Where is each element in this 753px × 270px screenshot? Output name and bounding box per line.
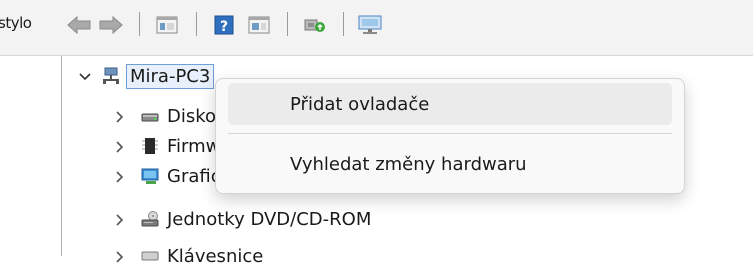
disk-drive-icon <box>141 107 159 125</box>
tree-left-border <box>61 56 62 256</box>
tree-item-dvd-drives[interactable]: Jednotky DVD/CD-ROM <box>113 205 371 233</box>
context-menu: Přidat ovladače Vyhledat změny hardwaru <box>215 78 685 194</box>
svg-text:?: ? <box>220 19 228 35</box>
menu-stub[interactable]: stylo <box>0 14 32 32</box>
menu-item-label: Přidat ovladače <box>290 93 430 115</box>
toolbar-separator <box>139 12 140 36</box>
monitor-icon[interactable] <box>353 12 387 38</box>
toolbar: stylo ? <box>0 0 753 55</box>
chevron-right-icon[interactable] <box>113 109 127 123</box>
menu-separator <box>228 133 672 134</box>
tree-item-label: Jednotky DVD/CD-ROM <box>167 208 372 230</box>
chevron-right-icon[interactable] <box>113 139 127 153</box>
chevron-down-icon[interactable] <box>78 69 92 83</box>
back-arrow-icon[interactable] <box>64 12 94 38</box>
dvd-drive-icon <box>141 210 159 228</box>
chevron-right-icon[interactable] <box>113 169 127 183</box>
toolbar-separator <box>343 12 344 36</box>
firmware-icon <box>141 137 159 155</box>
tree-root-label[interactable]: Mira-PC3 <box>126 63 215 89</box>
tree-item-keyboards[interactable]: Klávesnice <box>113 242 263 270</box>
tree-root-row[interactable]: Mira-PC3 <box>78 62 215 90</box>
view-icon[interactable] <box>244 12 274 38</box>
chevron-right-icon[interactable] <box>113 212 127 226</box>
menu-item-add-drivers[interactable]: Přidat ovladače <box>228 83 672 125</box>
chevron-right-icon[interactable] <box>113 249 127 263</box>
menu-item-scan-hardware-changes[interactable]: Vyhledat změny hardwaru <box>228 143 672 185</box>
help-icon[interactable]: ? <box>209 12 239 38</box>
properties-icon[interactable] <box>152 12 182 38</box>
computer-icon <box>102 67 120 85</box>
forward-arrow-icon[interactable] <box>96 12 126 38</box>
scan-hardware-icon[interactable] <box>300 12 330 38</box>
display-adapter-icon <box>141 167 159 185</box>
keyboard-icon <box>141 247 159 265</box>
tree-item-label: Klávesnice <box>167 245 264 267</box>
toolbar-separator <box>287 12 288 36</box>
toolbar-separator <box>196 12 197 36</box>
menu-item-label: Vyhledat změny hardwaru <box>290 153 527 175</box>
